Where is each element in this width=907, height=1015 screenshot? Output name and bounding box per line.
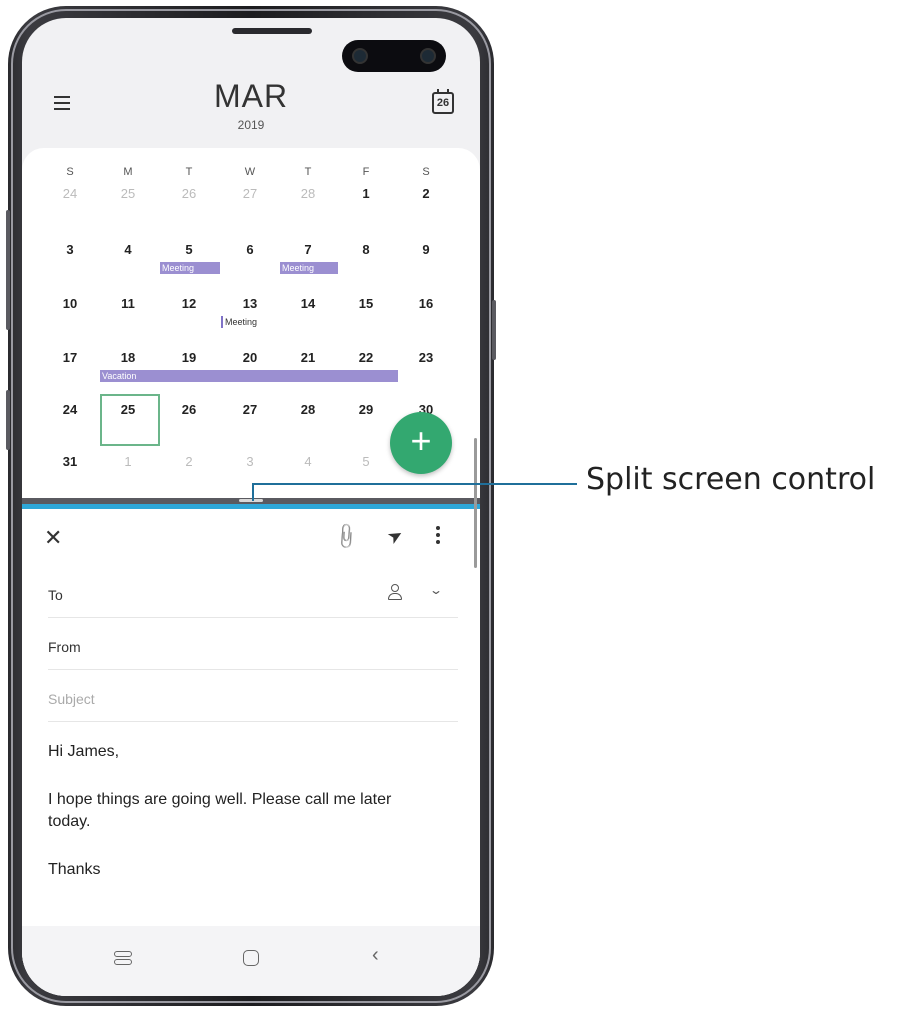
calendar-day[interactable]: 4 (288, 454, 328, 469)
calendar-day[interactable]: 26 (169, 402, 209, 417)
calendar-day[interactable]: 7 (288, 242, 328, 257)
message-greeting[interactable]: Hi James, (48, 741, 458, 763)
calendar-day[interactable]: 9 (406, 242, 446, 257)
navigation-bar: ‹ (22, 926, 480, 996)
event-meeting[interactable]: Meeting (221, 316, 257, 328)
calendar-day[interactable]: 28 (288, 186, 328, 201)
calendar-day[interactable]: 2 (406, 186, 446, 201)
calendar-day[interactable]: 27 (230, 186, 270, 201)
calendar-day[interactable]: 28 (288, 402, 328, 417)
calendar-day[interactable]: 5 (169, 242, 209, 257)
calendar-day[interactable]: 31 (50, 454, 90, 469)
send-icon[interactable]: ➤ (384, 524, 408, 550)
subject-placeholder: Subject (48, 691, 95, 707)
weekday-label: M (123, 166, 133, 178)
calendar-day[interactable]: 17 (50, 350, 90, 365)
phone-screen: MAR 2019 26 S M T W T F S 24 25 26 27 28… (22, 18, 480, 996)
year-label: 2019 (237, 118, 265, 132)
bixby-button (6, 390, 10, 450)
from-field[interactable]: From (48, 621, 458, 670)
chevron-down-icon[interactable]: ⌄ (429, 583, 443, 597)
calendar-day-selected[interactable]: 25 (108, 402, 148, 417)
contact-icon[interactable] (388, 584, 402, 600)
subject-field[interactable]: Subject (48, 673, 458, 722)
calendar-day[interactable]: 24 (50, 402, 90, 417)
calendar-day[interactable]: 14 (288, 296, 328, 311)
add-event-button[interactable]: + (390, 412, 452, 474)
calendar-day[interactable]: 8 (346, 242, 386, 257)
callout-leader-line (252, 483, 254, 501)
calendar-day[interactable]: 16 (406, 296, 446, 311)
calendar-day[interactable]: 25 (108, 186, 148, 201)
calendar-day[interactable]: 20 (230, 350, 270, 365)
back-icon[interactable]: ‹ (372, 944, 379, 967)
calendar-day[interactable]: 13 (230, 296, 270, 311)
calendar-day[interactable]: 12 (169, 296, 209, 311)
calendar-day[interactable]: 4 (108, 242, 148, 257)
volume-button (6, 210, 10, 330)
calendar-day[interactable]: 3 (230, 454, 270, 469)
power-button (492, 300, 496, 360)
calendar-day[interactable]: 24 (50, 186, 90, 201)
weekday-label: T (185, 166, 193, 178)
calendar-today-icon[interactable]: 26 (432, 89, 454, 114)
calendar-day[interactable]: 1 (108, 454, 148, 469)
calendar-day[interactable]: 26 (169, 186, 209, 201)
weekday-label: T (304, 166, 312, 178)
weekday-label: S (66, 166, 74, 178)
calendar-day[interactable]: 18 (108, 350, 148, 365)
calendar-day[interactable]: 5 (346, 454, 386, 469)
calendar-day[interactable]: 15 (346, 296, 386, 311)
calendar-day[interactable]: 27 (230, 402, 270, 417)
to-field[interactable]: To ⌄ (48, 569, 458, 618)
callout-leader-line (252, 483, 577, 485)
calendar-day[interactable]: 21 (288, 350, 328, 365)
callout-label: Split screen control (586, 462, 876, 497)
calendar-header: MAR 2019 26 (22, 18, 480, 146)
calendar-day[interactable]: 10 (50, 296, 90, 311)
calendar-day[interactable]: 22 (346, 350, 386, 365)
calendar-day[interactable]: 23 (406, 350, 446, 365)
message-body[interactable]: I hope things are going well. Please cal… (48, 789, 438, 833)
email-compose: ✕ 📎 ➤ To ⌄ From Subject Hi James, I hope… (22, 509, 480, 996)
paperclip-icon[interactable]: 📎 (331, 521, 362, 552)
close-icon[interactable]: ✕ (44, 525, 62, 551)
recent-apps-icon[interactable] (114, 951, 132, 967)
event-meeting[interactable]: Meeting (280, 262, 338, 274)
scrollbar[interactable] (474, 438, 477, 568)
message-signoff[interactable]: Thanks (48, 859, 458, 881)
home-icon[interactable] (243, 950, 259, 966)
calendar-day[interactable]: 29 (346, 402, 386, 417)
from-label: From (48, 639, 81, 655)
calendar-day[interactable]: 2 (169, 454, 209, 469)
calendar-day[interactable]: 6 (230, 242, 270, 257)
more-vertical-icon[interactable] (435, 524, 441, 546)
calendar-day[interactable]: 11 (108, 296, 148, 311)
event-meeting[interactable]: Meeting (160, 262, 220, 274)
weekday-label: W (244, 166, 256, 178)
weekday-label: S (422, 166, 430, 178)
month-title[interactable]: MAR (22, 78, 480, 115)
calendar-day[interactable]: 19 (169, 350, 209, 365)
calendar-day[interactable]: 3 (50, 242, 90, 257)
to-label: To (48, 587, 63, 603)
calendar-day[interactable]: 1 (346, 186, 386, 201)
event-vacation[interactable]: Vacation (100, 370, 398, 382)
split-screen-handle[interactable] (239, 499, 263, 502)
weekday-label: F (362, 166, 370, 178)
